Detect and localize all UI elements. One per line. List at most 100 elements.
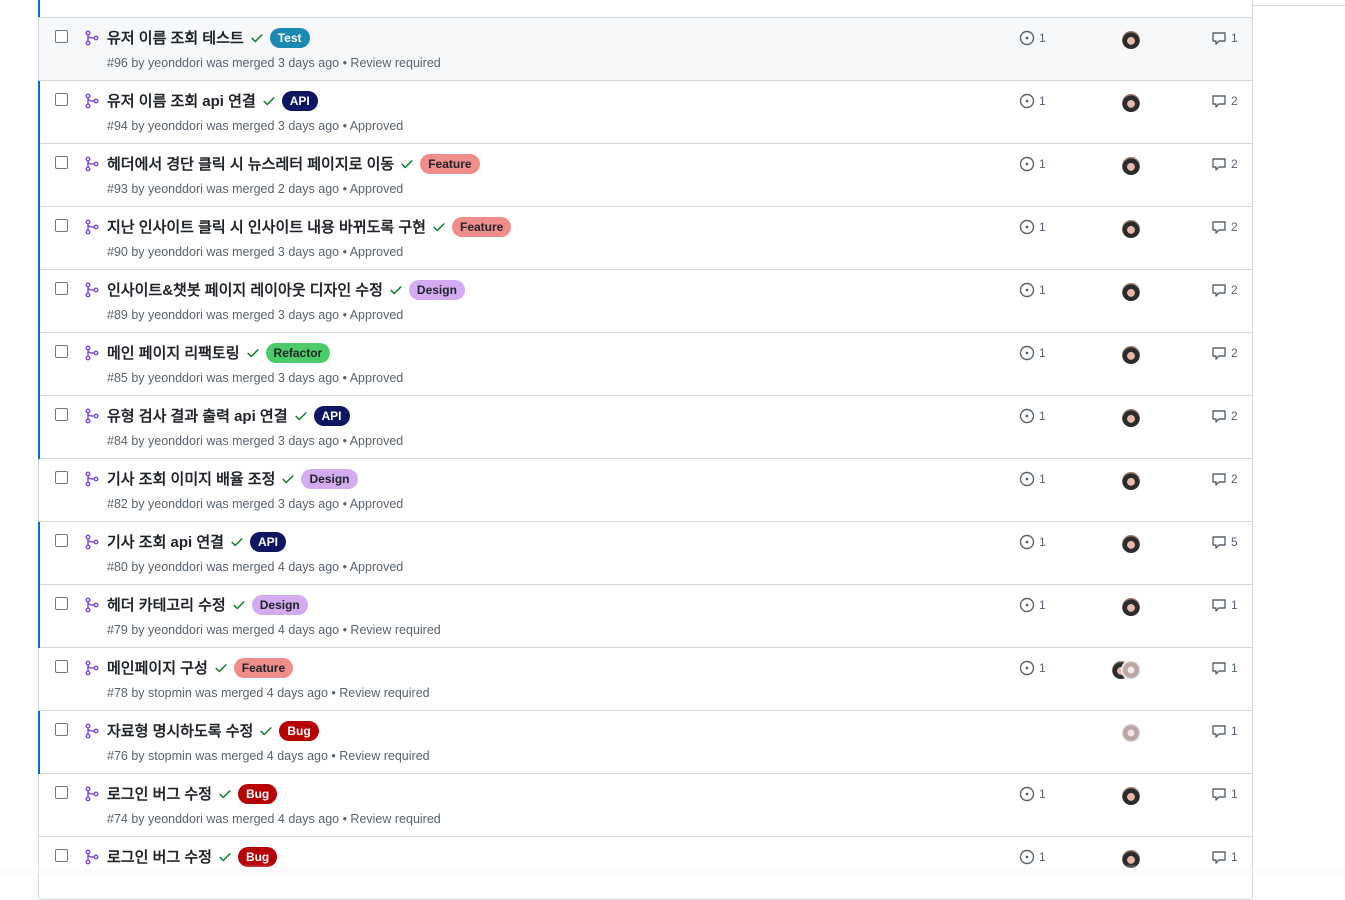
pr-label[interactable]: Bug bbox=[237, 783, 278, 804]
linked-issues[interactable]: 1 bbox=[1019, 345, 1046, 361]
pull-request-row[interactable]: 기사 조회 이미지 배율 조정 Design #82 by yeonddori … bbox=[39, 459, 1252, 522]
check-icon[interactable] bbox=[246, 346, 260, 360]
avatar[interactable] bbox=[1121, 597, 1141, 617]
select-checkbox[interactable] bbox=[55, 282, 68, 295]
linked-issues[interactable]: 1 bbox=[1019, 660, 1046, 676]
comments-link[interactable]: 1 bbox=[1211, 786, 1238, 802]
select-checkbox[interactable] bbox=[55, 534, 68, 547]
linked-issues[interactable]: 1 bbox=[1019, 597, 1046, 613]
pull-request-row[interactable]: 메인페이지 구성 Feature #78 by stopmin was merg… bbox=[39, 648, 1252, 711]
pull-request-row[interactable]: 메인 페이지 리팩토링 Refactor #85 by yeonddori wa… bbox=[38, 333, 1252, 396]
check-icon[interactable] bbox=[218, 787, 232, 801]
pr-label[interactable]: Bug bbox=[279, 720, 319, 741]
check-icon[interactable] bbox=[281, 472, 295, 486]
linked-issues[interactable]: 1 bbox=[1019, 219, 1046, 235]
pull-request-row[interactable]: 지난 인사이트 클릭 시 인사이트 내용 바뀌도록 구현 Feature #90… bbox=[38, 207, 1252, 270]
linked-issues[interactable]: 1 bbox=[1019, 30, 1046, 46]
avatar[interactable] bbox=[1121, 660, 1141, 680]
reviewer-avatars[interactable] bbox=[1121, 597, 1141, 617]
comments-link[interactable]: 2 bbox=[1211, 471, 1238, 487]
reviewer-avatars[interactable] bbox=[1121, 345, 1141, 365]
comments-link[interactable]: 2 bbox=[1211, 156, 1238, 172]
select-checkbox[interactable] bbox=[55, 849, 68, 862]
linked-issues[interactable]: 1 bbox=[1019, 282, 1046, 298]
select-checkbox[interactable] bbox=[55, 219, 68, 232]
comments-link[interactable]: 1 bbox=[1211, 723, 1238, 739]
pr-title[interactable]: 지난 인사이트 클릭 시 인사이트 내용 바뀌도록 구현 bbox=[107, 216, 426, 237]
comments-link[interactable]: 1 bbox=[1211, 660, 1238, 676]
pr-title[interactable]: 유형 검사 결과 출력 api 연결 bbox=[107, 405, 288, 426]
avatar[interactable] bbox=[1121, 93, 1141, 113]
select-checkbox[interactable] bbox=[55, 93, 68, 106]
select-checkbox[interactable] bbox=[55, 597, 68, 610]
pr-title[interactable]: 기사 조회 api 연결 bbox=[107, 531, 224, 552]
avatar[interactable] bbox=[1121, 30, 1141, 50]
pr-label[interactable]: Refactor bbox=[265, 342, 331, 363]
select-checkbox[interactable] bbox=[55, 156, 68, 169]
select-checkbox[interactable] bbox=[55, 345, 68, 358]
check-icon[interactable] bbox=[294, 409, 308, 423]
pull-request-row[interactable]: 인사이트&챗봇 페이지 레이아웃 디자인 수정 Design #89 by ye… bbox=[38, 270, 1252, 333]
check-icon[interactable] bbox=[230, 535, 244, 549]
linked-issues[interactable]: 1 bbox=[1019, 408, 1046, 424]
avatar[interactable] bbox=[1121, 219, 1141, 239]
check-icon[interactable] bbox=[218, 850, 232, 864]
select-checkbox[interactable] bbox=[55, 408, 68, 421]
select-checkbox[interactable] bbox=[55, 786, 68, 799]
pr-label[interactable]: API bbox=[313, 405, 350, 426]
pr-label[interactable]: Test bbox=[269, 27, 310, 48]
pr-title[interactable]: 메인 페이지 리팩토링 bbox=[107, 342, 240, 363]
pr-label[interactable]: Design bbox=[408, 279, 465, 300]
check-icon[interactable] bbox=[259, 724, 273, 738]
linked-issues[interactable]: 1 bbox=[1019, 786, 1046, 802]
pr-title[interactable]: 헤더에서 경단 클릭 시 뉴스레터 페이지로 이동 bbox=[107, 153, 394, 174]
comments-link[interactable]: 1 bbox=[1211, 30, 1238, 46]
avatar[interactable] bbox=[1121, 723, 1141, 743]
pr-label[interactable]: Design bbox=[251, 594, 308, 615]
pull-request-row[interactable]: 헤더에서 경단 클릭 시 뉴스레터 페이지로 이동 Feature #93 by… bbox=[38, 144, 1252, 207]
avatar[interactable] bbox=[1121, 408, 1141, 428]
pr-title[interactable]: 유저 이름 조회 api 연결 bbox=[107, 90, 256, 111]
pull-request-row[interactable]: 유저 이름 조회 테스트 Test #96 by yeonddori was m… bbox=[39, 18, 1252, 81]
reviewer-avatars[interactable] bbox=[1121, 471, 1141, 491]
pr-label[interactable]: Feature bbox=[233, 657, 294, 678]
linked-issues[interactable]: 1 bbox=[1019, 534, 1046, 550]
pull-request-row[interactable]: 자료형 명시하도록 수정 Bug #76 by stopmin was merg… bbox=[38, 711, 1252, 774]
reviewer-avatars[interactable] bbox=[1121, 723, 1141, 743]
pr-label[interactable]: API bbox=[281, 90, 318, 111]
comments-link[interactable]: 2 bbox=[1211, 219, 1238, 235]
pr-label[interactable]: API bbox=[249, 531, 286, 552]
pull-request-row[interactable]: 로그인 버그 수정 Bug #74 by yeonddori was merge… bbox=[39, 774, 1252, 837]
linked-issues[interactable]: 1 bbox=[1019, 93, 1046, 109]
linked-issues[interactable]: 1 bbox=[1019, 849, 1046, 865]
comments-link[interactable]: 1 bbox=[1211, 597, 1238, 613]
pr-title[interactable]: 유저 이름 조회 테스트 bbox=[107, 27, 244, 48]
avatar[interactable] bbox=[1121, 786, 1141, 806]
reviewer-avatars[interactable] bbox=[1121, 93, 1141, 113]
pull-request-row[interactable]: 유형 검사 결과 출력 api 연결 API #84 by yeonddori … bbox=[38, 396, 1252, 459]
avatar[interactable] bbox=[1121, 345, 1141, 365]
pull-request-row[interactable]: 기사 조회 api 연결 API #80 by yeonddori was me… bbox=[38, 522, 1252, 585]
check-icon[interactable] bbox=[250, 31, 264, 45]
reviewer-avatars[interactable] bbox=[1121, 30, 1141, 50]
avatar[interactable] bbox=[1121, 534, 1141, 554]
pr-title[interactable]: 로그인 버그 수정 bbox=[107, 783, 212, 804]
pull-request-row[interactable]: 유저 이름 조회 api 연결 API #94 by yeonddori was… bbox=[38, 81, 1252, 144]
linked-issues[interactable]: 1 bbox=[1019, 471, 1046, 487]
comments-link[interactable]: 2 bbox=[1211, 408, 1238, 424]
reviewer-avatars[interactable] bbox=[1121, 282, 1141, 302]
select-checkbox[interactable] bbox=[55, 471, 68, 484]
pr-label[interactable]: Design bbox=[301, 468, 358, 489]
linked-issues[interactable]: 1 bbox=[1019, 156, 1046, 172]
reviewer-avatars[interactable] bbox=[1121, 156, 1141, 176]
check-icon[interactable] bbox=[432, 220, 446, 234]
reviewer-avatars[interactable] bbox=[1121, 408, 1141, 428]
select-checkbox[interactable] bbox=[55, 660, 68, 673]
check-icon[interactable] bbox=[214, 661, 228, 675]
pr-title[interactable]: 자료형 명시하도록 수정 bbox=[107, 720, 253, 741]
comments-link[interactable]: 2 bbox=[1211, 345, 1238, 361]
pr-title[interactable]: 메인페이지 구성 bbox=[107, 657, 208, 678]
comments-link[interactable]: 2 bbox=[1211, 93, 1238, 109]
comments-link[interactable]: 1 bbox=[1211, 849, 1238, 865]
check-icon[interactable] bbox=[389, 283, 403, 297]
